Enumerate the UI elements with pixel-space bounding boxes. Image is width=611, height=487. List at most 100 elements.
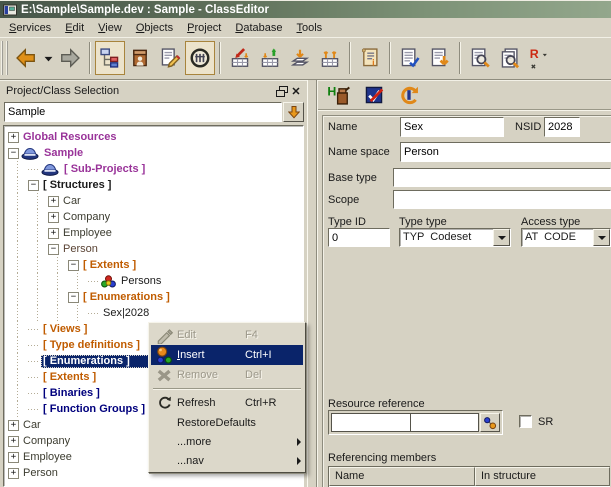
tree-item-enumerations[interactable]: −[ Enumerations ]	[4, 289, 303, 305]
tree-item-label[interactable]: Employee	[61, 227, 115, 240]
collapse-icon[interactable]: −	[8, 148, 19, 159]
class-editor-view-button[interactable]	[185, 41, 215, 75]
document-download-button[interactable]	[425, 41, 455, 75]
expand-icon[interactable]: +	[8, 132, 19, 143]
float-panel-button[interactable]	[275, 84, 289, 98]
expand-icon[interactable]: +	[8, 452, 19, 463]
project-filter-dropdown-button[interactable]	[283, 102, 304, 122]
tree-item-global-resources[interactable]: +Global Resources	[4, 129, 303, 145]
tree-item-label[interactable]: Person	[21, 467, 61, 480]
tree-item-persons[interactable]: Persons	[4, 273, 303, 289]
back-history-button[interactable]	[41, 41, 55, 75]
tree-item-employee[interactable]: +Employee	[4, 225, 303, 241]
expand-icon[interactable]: +	[48, 212, 59, 223]
tree-item-label[interactable]: Company	[21, 435, 73, 448]
r-navigation-button[interactable]: R	[525, 41, 555, 75]
tree-item-sub-projects[interactable]: [ Sub-Projects ]	[4, 161, 303, 177]
merge-button[interactable]	[285, 41, 315, 75]
tree-item-label[interactable]: Company	[61, 211, 113, 224]
tree-item-label[interactable]: [ Binaries ]	[41, 387, 103, 400]
tree-item-label[interactable]: [ Sub-Projects ]	[62, 163, 148, 176]
column-header-name[interactable]: Name	[329, 467, 475, 486]
tree-item-sex-2028[interactable]: Sex|2028	[4, 305, 303, 321]
tree-item-car[interactable]: +Car	[4, 193, 303, 209]
tree-item-label[interactable]: [ Enumerations ]	[81, 291, 173, 304]
tree-item-label[interactable]: Global Resources	[21, 131, 120, 144]
script-info-button[interactable]: i	[355, 41, 385, 75]
expand-icon[interactable]: +	[8, 436, 19, 447]
checkout-table-button[interactable]	[225, 41, 255, 75]
collapse-icon[interactable]: −	[68, 292, 79, 303]
apply-check-button[interactable]	[361, 83, 387, 107]
name-input[interactable]	[401, 118, 503, 136]
menu-database[interactable]: Database	[228, 20, 289, 36]
column-header-in-structure[interactable]: In structure	[475, 467, 610, 486]
typetype-select[interactable]: TYP Codeset	[399, 228, 511, 247]
project-class-selection-button[interactable]	[95, 41, 125, 75]
project-filter-input[interactable]	[5, 103, 281, 121]
close-panel-button[interactable]: ✕	[289, 84, 303, 98]
resource-reference-pick-button[interactable]	[480, 413, 500, 432]
sr-checkbox[interactable]	[519, 415, 532, 428]
menu-view[interactable]: View	[91, 20, 129, 36]
resource-reference-input-2[interactable]	[411, 414, 478, 431]
tree-item-label[interactable]: Person	[61, 243, 101, 256]
menu-project[interactable]: Project	[180, 20, 228, 36]
catalog-button[interactable]	[125, 41, 155, 75]
expand-icon[interactable]: +	[48, 196, 59, 207]
history-button[interactable]: H	[326, 83, 352, 107]
documents-search-button[interactable]	[495, 41, 525, 75]
tree-item-label[interactable]: [ Extents ]	[81, 259, 139, 272]
tree-item-label[interactable]: [ Views ]	[41, 323, 90, 336]
generate-table-button[interactable]	[315, 41, 345, 75]
context-menu-item-restoredefaults[interactable]: RestoreDefaults	[151, 413, 303, 432]
expand-icon[interactable]: +	[8, 468, 19, 479]
nsid-input[interactable]	[545, 118, 579, 136]
tree-item-extents[interactable]: −[ Extents ]	[4, 257, 303, 273]
back-button[interactable]	[11, 41, 41, 75]
tree-item-label[interactable]: Employee	[21, 451, 75, 464]
collapse-icon[interactable]: −	[28, 180, 39, 191]
revert-button[interactable]	[396, 83, 422, 107]
edit-document-button[interactable]	[155, 41, 185, 75]
resource-reference-input-1[interactable]	[332, 414, 411, 431]
accesstype-select[interactable]: AT CODE	[521, 228, 611, 247]
panel-splitter[interactable]	[307, 80, 317, 487]
tree-item-person[interactable]: −Person	[4, 241, 303, 257]
menu-objects[interactable]: Objects	[129, 20, 180, 36]
tree-item-label[interactable]: [ Structures ]	[41, 179, 114, 192]
context-menu-item-refresh[interactable]: RefreshCtrl+R	[151, 393, 303, 413]
tree-item-structures[interactable]: −[ Structures ]	[4, 177, 303, 193]
tree-item-label[interactable]: Sample	[42, 147, 86, 160]
context-menu-item-nav[interactable]: ...nav	[151, 451, 303, 470]
tree-item-company[interactable]: +Company	[4, 209, 303, 225]
context-menu-item-insert[interactable]: InsertCtrl+I	[151, 345, 303, 365]
tree-item-sample[interactable]: − Sample	[4, 145, 303, 161]
typeid-input[interactable]	[329, 229, 389, 246]
checkin-table-button[interactable]	[255, 41, 285, 75]
collapse-icon[interactable]: −	[48, 244, 59, 255]
tree-item-label[interactable]: Car	[61, 195, 84, 208]
menu-tools[interactable]: Tools	[289, 20, 329, 36]
expand-icon[interactable]: +	[8, 420, 19, 431]
expand-icon[interactable]: +	[48, 228, 59, 239]
menu-edit[interactable]: Edit	[58, 20, 91, 36]
title-bar[interactable]: E:\Sample\Sample.dev : Sample - ClassEdi…	[0, 0, 611, 18]
scope-input[interactable]	[394, 191, 610, 208]
forward-button[interactable]	[55, 41, 85, 75]
typetype-dropdown-button[interactable]	[493, 229, 510, 246]
menu-services[interactable]: Services	[2, 20, 58, 36]
tree-item-label[interactable]: [ Function Groups ]	[41, 403, 148, 416]
toolbar-gripper[interactable]	[1, 41, 8, 75]
context-menu-item-more[interactable]: ...more	[151, 432, 303, 451]
tree-item-label[interactable]: Persons	[119, 275, 164, 288]
tree-item-label[interactable]: [ Extents ]	[41, 371, 99, 384]
basetype-input[interactable]	[394, 169, 610, 186]
document-search-button[interactable]	[465, 41, 495, 75]
tree-item-label[interactable]: Car	[21, 419, 44, 432]
namespace-input[interactable]	[401, 143, 610, 161]
document-edit-button[interactable]	[395, 41, 425, 75]
collapse-icon[interactable]: −	[68, 260, 79, 271]
tree-item-label[interactable]: [ Type definitions ]	[41, 339, 143, 352]
tree-item-label[interactable]: Sex|2028	[101, 307, 152, 320]
